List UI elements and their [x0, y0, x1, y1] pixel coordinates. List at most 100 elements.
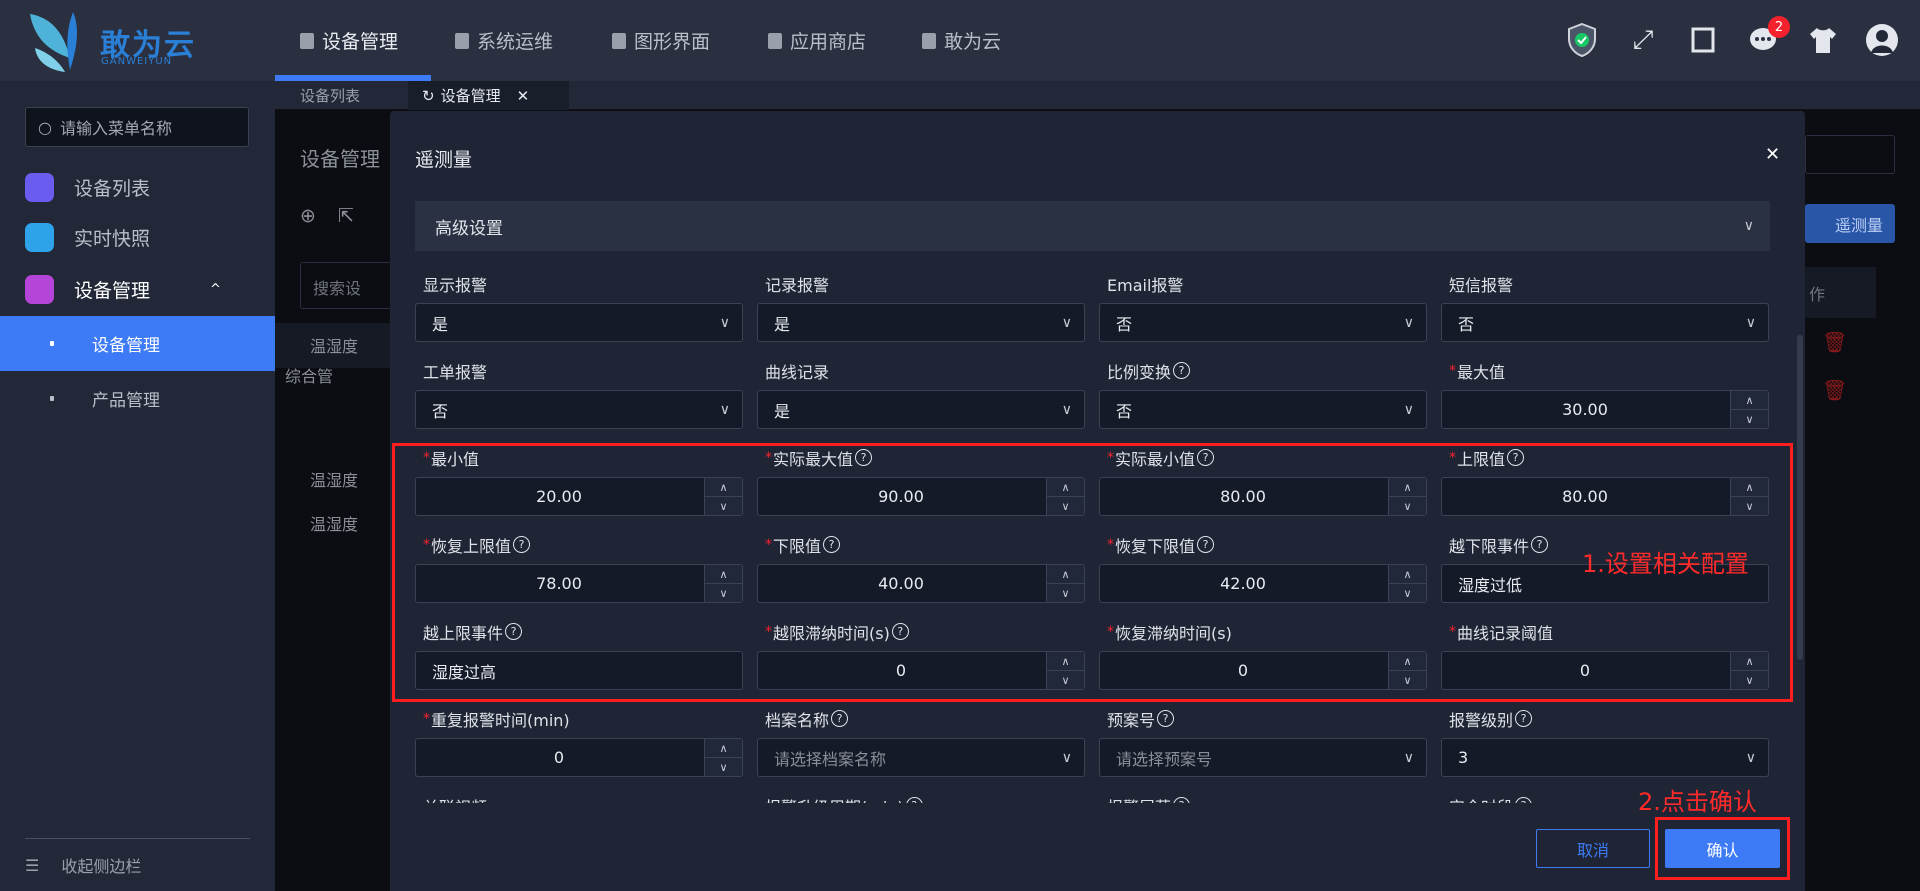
divider — [25, 838, 250, 839]
field-label-text: 比例变换 — [1107, 362, 1172, 382]
monitor-icon — [25, 172, 54, 202]
field-label: 档案名称? — [757, 705, 1085, 732]
tree-row-selected[interactable]: 温湿度 — [275, 323, 390, 368]
select-field[interactable]: 是 ∨ — [757, 390, 1085, 429]
advanced-settings-header[interactable]: 高级设置 ∨ — [415, 201, 1770, 251]
chevron-down-icon: ∨ — [1745, 749, 1756, 766]
bullet-icon — [50, 341, 54, 346]
device-search-input[interactable]: 搜索设 — [300, 262, 400, 309]
cancel-button[interactable]: 取消 — [1536, 829, 1650, 868]
nav-system-ops[interactable]: 系统运维 — [455, 27, 553, 54]
help-icon[interactable]: ? — [831, 710, 849, 727]
tree-row-label: 温湿度 — [310, 337, 359, 356]
tab-label: 设备列表 — [300, 87, 361, 105]
nav-device-management[interactable]: 设备管理 — [300, 27, 398, 54]
annotation-step1: 1.设置相关配置 — [1582, 550, 1749, 578]
increment-icon[interactable]: ∧ — [1731, 391, 1768, 409]
delete-icon[interactable]: 🗑 — [1822, 330, 1847, 354]
select-value: 否 — [432, 401, 449, 421]
chevron-down-icon: ∨ — [1745, 314, 1756, 331]
input-value: 30.00 — [1562, 400, 1608, 419]
help-icon[interactable]: ? — [905, 797, 923, 803]
right-search-input[interactable] — [1805, 135, 1895, 174]
fullscreen-icon[interactable] — [1685, 22, 1721, 58]
help-icon[interactable]: ? — [1515, 710, 1533, 727]
top-bar: 敢为云 GANWEIYUN 设备管理 系统运维 图形界面 应用商店 敢为云 ⤢ … — [0, 0, 1920, 81]
nav-label: 图形界面 — [634, 31, 711, 53]
shield-icon[interactable] — [1564, 22, 1600, 58]
button-label: 遥测量 — [1834, 215, 1883, 235]
sidebar-item-device-management[interactable]: 设备管理 ^ — [0, 264, 275, 314]
sidebar-item-snapshot[interactable]: 实时快照 — [0, 212, 275, 262]
select-field[interactable]: 否 ∨ — [1441, 303, 1769, 342]
refresh-icon[interactable]: ↻ — [422, 87, 435, 105]
sidebar-item-device-list[interactable]: 设备列表 — [0, 162, 275, 212]
decrement-icon[interactable]: ∨ — [1731, 409, 1768, 428]
select-value: 请选择预案号 — [1116, 749, 1213, 769]
tree-row[interactable]: 温湿度 — [310, 511, 358, 535]
tab-device-list[interactable]: 设备列表 — [275, 81, 408, 110]
help-icon[interactable]: ? — [1173, 362, 1191, 379]
field-label: 显示报警 — [415, 270, 743, 297]
number-input[interactable]: 30.00 ∧ ∨ — [1441, 390, 1769, 429]
number-input[interactable]: 0 ∧ ∨ — [415, 738, 743, 777]
add-icon[interactable]: ⊕ — [300, 205, 316, 227]
stepper: ∧ ∨ — [704, 739, 742, 776]
select-field[interactable]: 是 ∨ — [757, 303, 1085, 342]
select-field[interactable]: 3 ∨ — [1441, 738, 1769, 777]
select-value: 否 — [1116, 314, 1133, 334]
field-label: 工单报警 — [415, 357, 743, 384]
form-field: 工单报警否 ∨ — [415, 357, 743, 444]
select-field[interactable]: 否 ∨ — [1099, 390, 1427, 429]
help-icon[interactable]: ? — [1157, 710, 1175, 727]
chevron-down-icon: ∨ — [1061, 314, 1072, 331]
sidebar-subitem-device-management[interactable]: 设备管理 — [0, 316, 275, 371]
select-field[interactable]: 请选择预案号 ∨ — [1099, 738, 1427, 777]
device-icon — [300, 32, 314, 49]
nav-app-store[interactable]: 应用商店 — [768, 27, 866, 54]
select-field[interactable]: 是 ∨ — [415, 303, 743, 342]
input-value: 0 — [553, 748, 565, 767]
select-field[interactable]: 否 ∨ — [415, 390, 743, 429]
form-field: 关联视频∨ — [415, 792, 743, 804]
field-label: 报警屏蔽? — [1099, 792, 1427, 803]
stepper: ∧ ∨ — [1730, 391, 1768, 428]
scrollbar[interactable] — [1797, 335, 1803, 660]
form-field: 报警升级周期(min)?∧∨ — [757, 792, 1085, 803]
form-field: 记录报警是 ∨ — [757, 270, 1085, 357]
add-telemetry-button[interactable]: 遥测量 — [1805, 204, 1895, 243]
expand-icon[interactable]: ⤢ — [1625, 22, 1661, 58]
form-field: 比例变换? 否 ∨ — [1099, 357, 1427, 444]
shirt-icon[interactable] — [1805, 22, 1841, 58]
select-field[interactable]: 请选择档案名称 ∨ — [757, 738, 1085, 777]
sidebar-label: 实时快照 — [74, 227, 151, 250]
sidebar-subitem-product-management[interactable]: 产品管理 — [0, 371, 275, 426]
close-icon[interactable]: ✕ — [1765, 144, 1780, 165]
field-label-text: 工单报警 — [423, 362, 488, 382]
avatar-icon[interactable] — [1864, 22, 1900, 58]
delete-icon[interactable]: 🗑 — [1822, 378, 1847, 402]
close-tab-icon[interactable]: ✕ — [517, 87, 530, 105]
chevron-down-icon: ∨ — [1403, 314, 1414, 331]
decrement-icon[interactable]: ∨ — [705, 757, 742, 776]
help-icon[interactable]: ? — [1515, 797, 1533, 803]
tab-strip: 设备列表 ↻ 设备管理 ✕ — [275, 81, 1920, 110]
wrench-icon — [455, 32, 469, 49]
tab-device-management[interactable]: ↻ 设备管理 ✕ — [408, 81, 569, 110]
nav-ganweiyun[interactable]: 敢为云 — [922, 27, 1001, 54]
menu-search-input[interactable]: ○ 请输入菜单名称 — [25, 107, 249, 147]
tree-row[interactable]: 温湿度 — [310, 467, 358, 491]
collapse-sidebar-button[interactable]: ☰ 收起侧边栏 — [0, 840, 275, 890]
form-field: 档案名称? 请选择档案名称 ∨ — [757, 705, 1085, 792]
annotation-step2: 2.点击确认 — [1638, 788, 1757, 816]
nav-graphics[interactable]: 图形界面 — [612, 27, 710, 54]
field-label: 关联视频 — [415, 792, 743, 804]
collapse-icon: ☰ — [25, 855, 40, 875]
export-icon[interactable]: ⇱ — [338, 205, 354, 227]
increment-icon[interactable]: ∧ — [705, 739, 742, 757]
chevron-down-icon: ∨ — [1403, 749, 1414, 766]
select-field[interactable]: 否 ∨ — [1099, 303, 1427, 342]
help-icon[interactable]: ? — [1173, 797, 1191, 803]
logo-subtext: GANWEIYUN — [101, 56, 173, 67]
field-label: 报警级别? — [1441, 705, 1769, 732]
